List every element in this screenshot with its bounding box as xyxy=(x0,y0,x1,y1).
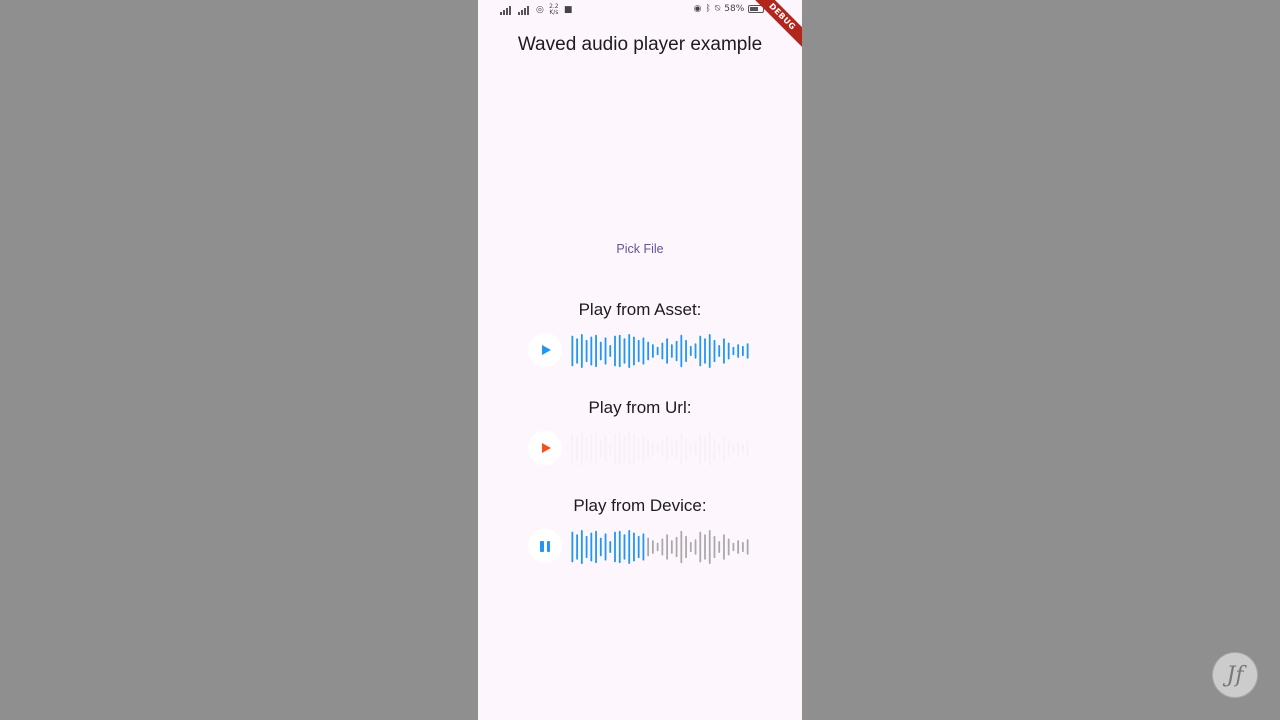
mute-bell-icon: ⍉ xyxy=(714,4,721,14)
device-pause-button[interactable] xyxy=(528,529,562,563)
page-title: Waved audio player example xyxy=(517,34,763,55)
url-player-label: Play from Url: xyxy=(588,398,692,417)
channel-logo-text: Jf xyxy=(1226,662,1244,688)
play-icon xyxy=(542,345,551,355)
signal-icon xyxy=(500,5,514,15)
hotspot-icon: ◎ xyxy=(536,5,544,15)
network-speed: 2.2 K/s xyxy=(548,4,560,16)
url-waveform[interactable] xyxy=(570,429,750,469)
video-camera-icon: ■ xyxy=(563,5,573,15)
device-player xyxy=(528,527,758,567)
bluetooth-icon: ᛒ xyxy=(705,4,711,14)
asset-player-label: Play from Asset: xyxy=(578,300,702,319)
eye-icon: ◉ xyxy=(693,4,702,14)
url-player xyxy=(528,429,758,469)
signal-icon-2 xyxy=(518,5,532,15)
status-bar: ◎ 2.2 K/s ■ ◉ ᛒ ⍉ 58% 1 xyxy=(478,0,802,22)
pick-file-button[interactable]: Pick File xyxy=(590,236,690,262)
url-play-button[interactable] xyxy=(528,431,562,465)
battery-percent: 58% xyxy=(724,4,745,14)
play-icon xyxy=(542,443,551,453)
phone-screen: ◎ 2.2 K/s ■ ◉ ᛒ ⍉ 58% 1 DEBUG Waved audi… xyxy=(478,0,802,720)
network-speed-unit: K/s xyxy=(549,9,559,16)
asset-play-button[interactable] xyxy=(528,333,562,367)
device-waveform[interactable] xyxy=(570,527,750,567)
channel-logo: Jf xyxy=(1212,652,1258,698)
device-player-label: Play from Device: xyxy=(573,496,707,515)
asset-waveform[interactable] xyxy=(570,331,750,371)
status-left: ◎ 2.2 K/s ■ xyxy=(500,4,572,16)
pause-icon xyxy=(540,540,550,552)
asset-player xyxy=(528,331,758,371)
